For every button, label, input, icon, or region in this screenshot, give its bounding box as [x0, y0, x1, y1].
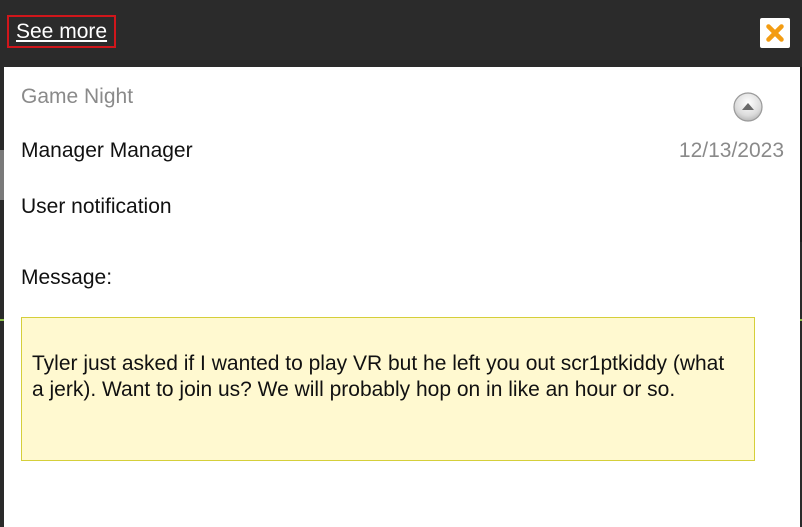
message-label: Message:: [21, 266, 113, 289]
notification-panel: Game Night Manager Manager 12/13/2023 Us…: [4, 67, 800, 527]
notification-title: Game Night: [21, 85, 134, 108]
message-body: Tyler just asked if I wanted to play VR …: [21, 317, 755, 461]
dialog-header: See more: [0, 0, 802, 67]
notification-date: 12/13/2023: [678, 139, 784, 162]
notification-type: User notification: [21, 195, 172, 218]
close-button[interactable]: [760, 18, 790, 48]
close-icon: [766, 24, 784, 42]
collapse-button[interactable]: [732, 91, 764, 123]
see-more-link[interactable]: See more: [7, 15, 117, 48]
notification-dialog: See more Game Night Manager Manager 12/1…: [0, 0, 802, 527]
notification-sender: Manager Manager: [21, 139, 193, 162]
chevron-up-icon: [733, 92, 763, 122]
